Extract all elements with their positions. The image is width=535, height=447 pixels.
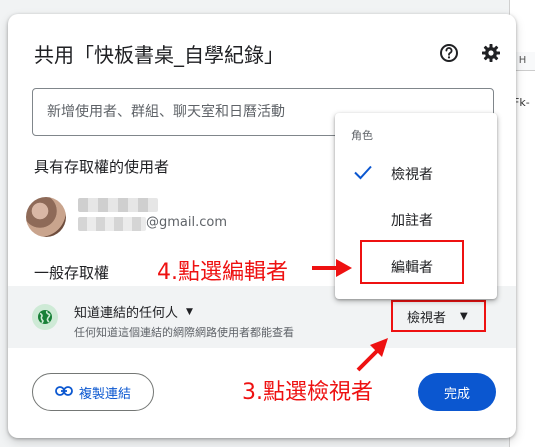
link-scope-description: 任何知道這個連結的網際網路使用者都能查看 (74, 326, 294, 339)
annotation-editor-note: 4.點選編輯者 (157, 260, 288, 285)
copy-link-button[interactable]: 複製連結 (32, 373, 154, 411)
globe-icon (32, 304, 58, 330)
avatar (26, 197, 66, 237)
done-button[interactable]: 完成 (418, 373, 496, 411)
annotation-viewer-note: 3.點選檢視者 (242, 380, 373, 405)
user-email-redacted (78, 217, 146, 231)
role-menu-heading: 角色 (351, 129, 373, 142)
people-with-access-heading: 具有存取權的使用者 (34, 158, 170, 176)
user-name-redacted (78, 198, 158, 212)
role-option-viewer[interactable]: 檢視者 (335, 151, 497, 195)
caret-down-icon: ▼ (186, 306, 193, 317)
caret-down-icon: ▼ (460, 310, 468, 322)
dialog-title: 共用「快板書桌_自學紀錄」 (34, 43, 284, 67)
link-scope-dropdown[interactable]: 知道連結的任何人 ▼ (74, 302, 193, 321)
role-option-label: 檢視者 (391, 167, 433, 183)
link-scope-label: 知道連結的任何人 (74, 306, 179, 321)
role-option-label: 加註者 (391, 213, 433, 229)
gear-icon[interactable] (480, 42, 502, 64)
editor-highlight-box (360, 240, 464, 284)
general-access-heading: 一般存取權 (34, 264, 110, 282)
check-icon (353, 163, 373, 185)
link-icon (55, 385, 73, 400)
user-email-suffix: @gmail.com (146, 215, 228, 230)
help-circle-icon[interactable] (438, 42, 460, 64)
link-role-dropdown[interactable]: 檢視者 ▼ (391, 300, 486, 332)
link-role-label: 檢視者 (407, 310, 447, 326)
copy-link-label: 複製連結 (78, 386, 131, 402)
role-option-commenter[interactable]: 加註者 (335, 197, 497, 241)
